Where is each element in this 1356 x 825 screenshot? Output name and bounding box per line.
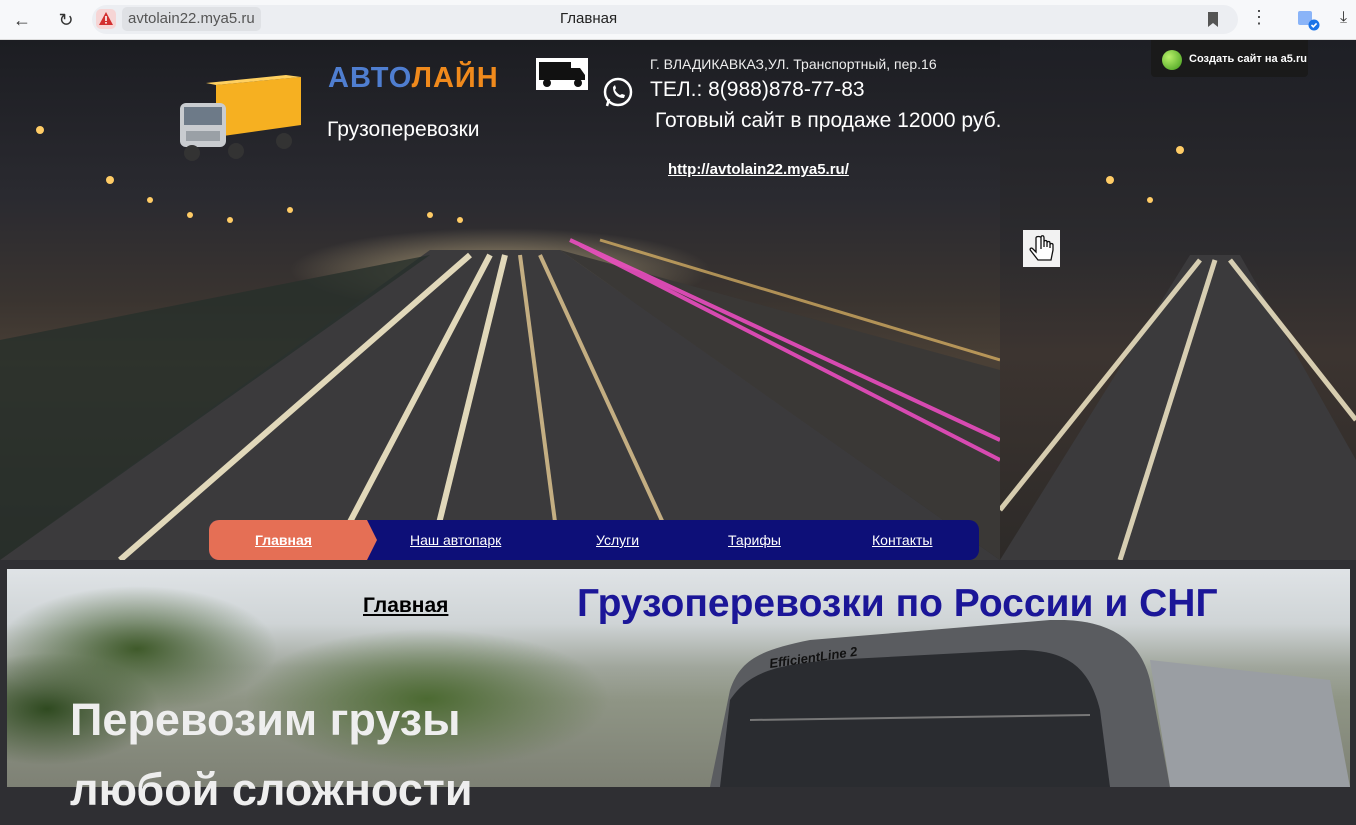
brand-logo-text[interactable]: АВТОЛАЙН [328, 62, 499, 95]
truck-logo-icon [180, 75, 301, 161]
address-bar[interactable] [92, 5, 1238, 34]
hero-line-1: Перевозим грузы [70, 694, 461, 745]
site-link[interactable]: http://avtolain22.mya5.ru/ [668, 161, 849, 178]
back-icon[interactable]: ← [8, 6, 36, 34]
nav-item-home[interactable]: Главная [255, 532, 312, 548]
nav-item-services[interactable]: Услуги [596, 532, 639, 548]
address-text: Г. ВЛАДИКАВКАЗ,УЛ. Транспортный, пер.16 [650, 56, 937, 72]
hero-headline: Перевозим грузы любой сложности [70, 685, 473, 825]
nav-active-arrow [367, 520, 377, 560]
browser-toolbar: ← ↻ avtolain22.mya5.ru Главная ⋮ ⤓ [0, 0, 1356, 40]
create-site-badge[interactable]: Создать сайт на a5.ru [1151, 40, 1308, 77]
nav-item-fleet[interactable]: Наш автопарк [410, 532, 501, 548]
brand-part-2: ЛАЙН [411, 62, 499, 94]
page-title: Главная [560, 10, 618, 27]
whatsapp-icon[interactable] [601, 76, 635, 110]
nav-item-contacts[interactable]: Контакты [872, 532, 932, 548]
menu-icon[interactable]: ⋮ [1250, 7, 1268, 28]
bookmark-icon[interactable] [1206, 11, 1220, 28]
page-heading: Грузоперевозки по России и СНГ [577, 582, 1218, 625]
brand-subtitle: Грузоперевозки [327, 118, 480, 141]
reload-icon[interactable]: ↻ [52, 6, 80, 34]
sale-notice: Готовый сайт в продаже 12000 руб. [655, 109, 1002, 132]
brand-part-1: АВТО [328, 62, 412, 94]
extension-icon[interactable] [1296, 9, 1320, 31]
main-navigation: Главная Наш автопарк Услуги Тарифы Конта… [209, 520, 979, 560]
nav-item-tariffs[interactable]: Тарифы [728, 532, 781, 548]
breadcrumb[interactable]: Главная [363, 594, 448, 618]
phone-text: ТЕЛ.: 8(988)878-77-83 [650, 78, 865, 101]
warning-icon[interactable] [96, 9, 116, 29]
a5-badge-label: Создать сайт на a5.ru [1189, 53, 1307, 65]
hand-cursor-icon [1023, 230, 1060, 267]
hero-line-2: любой сложности [70, 764, 473, 815]
highway-background-tile [998, 146, 1356, 560]
a5-logo-icon [1162, 50, 1182, 70]
download-icon[interactable]: ⤓ [1340, 9, 1347, 27]
truck-photo: EfficientLine 2 [710, 620, 1350, 787]
small-truck-icon [536, 58, 588, 90]
banner-tile [998, 40, 1356, 560]
url-text[interactable]: avtolain22.mya5.ru [122, 7, 261, 31]
